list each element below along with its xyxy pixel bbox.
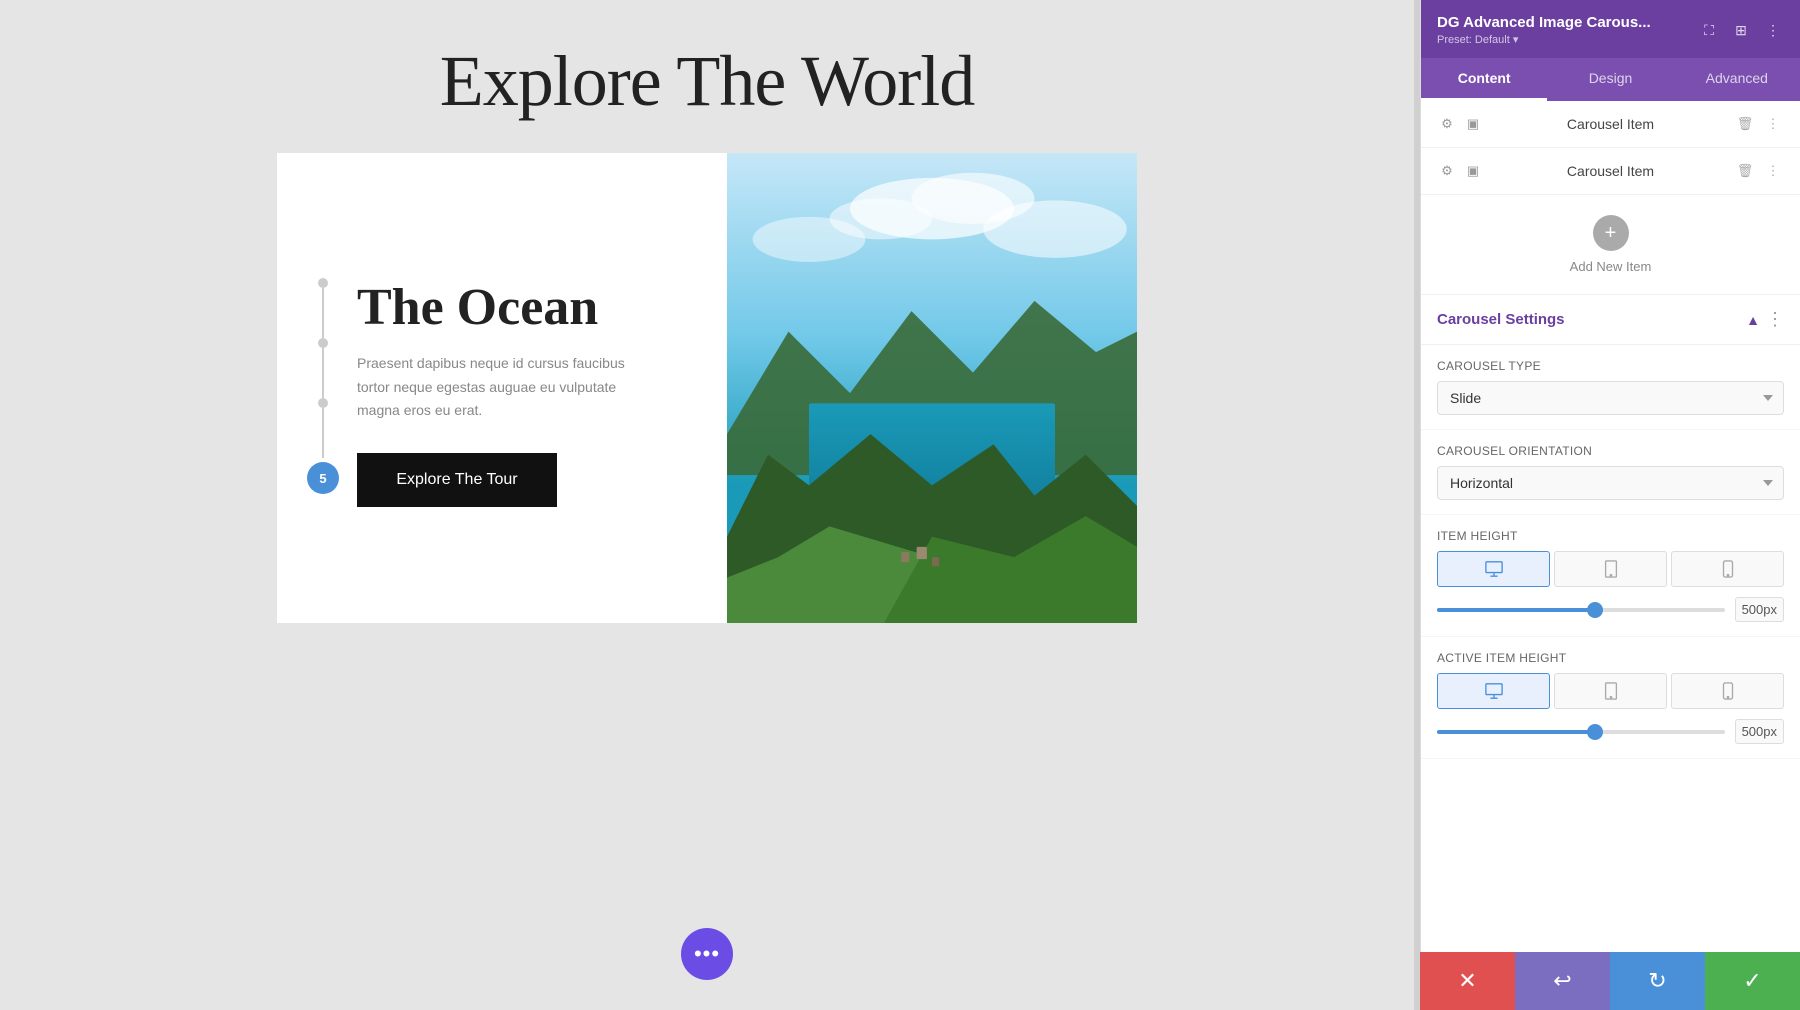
fab-button[interactable]: ••• xyxy=(681,928,733,980)
nav-dot-3[interactable] xyxy=(318,398,328,408)
item-1-action-icons: 🗑 ⋮ xyxy=(1734,113,1784,135)
active-height-slider-thumb[interactable] xyxy=(1587,724,1603,740)
carousel-orientation-select[interactable]: Horizontal Vertical xyxy=(1437,466,1784,500)
item-height-device-icons xyxy=(1437,551,1784,587)
slide-body-text: Praesent dapibus neque id cursus faucibu… xyxy=(357,352,657,423)
redo-button[interactable]: ↻ xyxy=(1610,952,1705,1010)
item-2-trash-icon[interactable]: 🗑 xyxy=(1734,160,1756,182)
add-new-item[interactable]: + Add New Item xyxy=(1421,195,1800,295)
nav-line-1 xyxy=(322,288,324,338)
fab-icon: ••• xyxy=(694,941,720,967)
panel-title-group: DG Advanced Image Carous... Preset: Defa… xyxy=(1437,14,1651,46)
carousel-type-label: Carousel Type xyxy=(1437,359,1784,373)
active-item-height-device-icons xyxy=(1437,673,1784,709)
active-height-slider-track[interactable] xyxy=(1437,730,1725,734)
nav-line-2 xyxy=(322,348,324,398)
active-height-desktop-btn[interactable] xyxy=(1437,673,1550,709)
fullscreen-icon[interactable]: ⛶ xyxy=(1698,19,1720,41)
carousel-container: 5 The Ocean Praesent dapibus neque id cu… xyxy=(277,153,1137,623)
item-2-more-icon[interactable]: ⋮ xyxy=(1762,160,1784,182)
item-height-slider-thumb[interactable] xyxy=(1587,602,1603,618)
page-title: Explore The World xyxy=(440,40,974,123)
carousel-item-row-1: ⚙ ▣ Carousel Item 🗑 ⋮ xyxy=(1421,101,1800,148)
item-height-tablet-btn[interactable] xyxy=(1554,551,1667,587)
add-new-label: Add New Item xyxy=(1570,259,1652,274)
active-item-height-slider-row: 500px xyxy=(1437,719,1784,744)
item-2-icons: ⚙ ▣ xyxy=(1437,161,1483,181)
item-1-icons: ⚙ ▣ xyxy=(1437,114,1483,134)
tab-design[interactable]: Design xyxy=(1547,58,1673,101)
undo-button[interactable]: ↩ xyxy=(1515,952,1610,1010)
settings-header-right: ▲ ⋮ xyxy=(1746,309,1784,330)
item-1-more-icon[interactable]: ⋮ xyxy=(1762,113,1784,135)
slide-heading: The Ocean xyxy=(357,279,677,336)
item-height-desktop-btn[interactable] xyxy=(1437,551,1550,587)
item-height-slider-fill xyxy=(1437,608,1595,612)
add-circle-icon: + xyxy=(1593,215,1629,251)
item-1-gear-icon[interactable]: ⚙ xyxy=(1437,114,1457,134)
carousel-settings-section: Carousel Settings ▲ ⋮ Carousel Type Slid… xyxy=(1421,295,1800,759)
nav-dot-2[interactable] xyxy=(318,338,328,348)
carousel-settings-title: Carousel Settings xyxy=(1437,311,1565,328)
item-height-label: Item Height xyxy=(1437,529,1784,543)
active-height-tablet-btn[interactable] xyxy=(1554,673,1667,709)
item-2-image-icon[interactable]: ▣ xyxy=(1463,161,1483,181)
carousel-orientation-label: Carousel Orientation xyxy=(1437,444,1784,458)
item-height-mobile-btn[interactable] xyxy=(1671,551,1784,587)
panel-tabs: Content Design Advanced xyxy=(1421,58,1800,101)
carousel-type-select[interactable]: Slide Fade Cube xyxy=(1437,381,1784,415)
panel-content: ⚙ ▣ Carousel Item 🗑 ⋮ ⚙ ▣ Carousel Item … xyxy=(1421,101,1800,1010)
item-1-image-icon[interactable]: ▣ xyxy=(1463,114,1483,134)
bottom-action-bar: ✕ ↩ ↻ ✓ xyxy=(1420,952,1800,1010)
active-height-slider-fill xyxy=(1437,730,1595,734)
item-height-slider-row: 500px xyxy=(1437,597,1784,622)
carousel-image xyxy=(727,153,1137,623)
item-2-action-icons: 🗑 ⋮ xyxy=(1734,160,1784,182)
item-1-trash-icon[interactable]: 🗑 xyxy=(1734,113,1756,135)
tab-advanced[interactable]: Advanced xyxy=(1674,58,1800,101)
carousel-type-group: Carousel Type Slide Fade Cube xyxy=(1421,345,1800,430)
panel-header: DG Advanced Image Carous... Preset: Defa… xyxy=(1421,0,1800,58)
carousel-orientation-group: Carousel Orientation Horizontal Vertical xyxy=(1421,430,1800,515)
nav-line-3 xyxy=(322,408,324,458)
carousel-left: 5 The Ocean Praesent dapibus neque id cu… xyxy=(277,153,727,623)
more-options-icon[interactable]: ⋮ xyxy=(1762,19,1784,41)
active-item-height-value[interactable]: 500px xyxy=(1735,719,1784,744)
carousel-item-row-2: ⚙ ▣ Carousel Item 🗑 ⋮ xyxy=(1421,148,1800,195)
item-height-slider-track[interactable] xyxy=(1437,608,1725,612)
item-1-label: Carousel Item xyxy=(1495,116,1726,132)
active-height-mobile-btn[interactable] xyxy=(1671,673,1784,709)
item-2-label: Carousel Item xyxy=(1495,163,1726,179)
landscape-svg xyxy=(727,153,1137,623)
settings-chevron-icon[interactable]: ▲ xyxy=(1746,312,1760,328)
right-panel: DG Advanced Image Carous... Preset: Defa… xyxy=(1420,0,1800,1010)
nav-dot-1[interactable] xyxy=(318,278,328,288)
item-height-value[interactable]: 500px xyxy=(1735,597,1784,622)
panel-preset[interactable]: Preset: Default ▾ xyxy=(1437,33,1651,46)
active-item-height-label: Active Item Height xyxy=(1437,651,1784,665)
cancel-button[interactable]: ✕ xyxy=(1420,952,1515,1010)
panel-title: DG Advanced Image Carous... xyxy=(1437,14,1651,31)
layout-icon[interactable]: ⊞ xyxy=(1730,19,1752,41)
canvas-area: Explore The World 5 The Ocean Praesent d… xyxy=(0,0,1414,1010)
item-height-group: Item Height xyxy=(1421,515,1800,637)
panel-header-icons: ⛶ ⊞ ⋮ xyxy=(1698,19,1784,41)
settings-header: Carousel Settings ▲ ⋮ xyxy=(1421,295,1800,345)
explore-tour-button[interactable]: Explore The Tour xyxy=(357,453,557,507)
settings-more-icon[interactable]: ⋮ xyxy=(1766,309,1784,330)
carousel-nav-dots: 5 xyxy=(307,278,339,498)
tab-content[interactable]: Content xyxy=(1421,58,1547,101)
item-2-gear-icon[interactable]: ⚙ xyxy=(1437,161,1457,181)
save-button[interactable]: ✓ xyxy=(1705,952,1800,1010)
nav-dot-active[interactable]: 5 xyxy=(307,462,339,494)
active-item-height-group: Active Item Height xyxy=(1421,637,1800,759)
